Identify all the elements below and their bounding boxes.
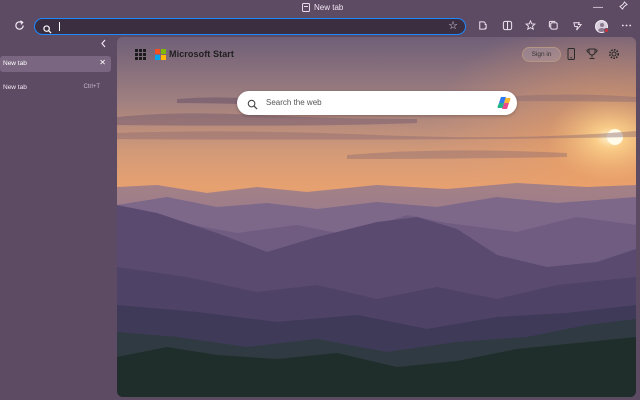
pin-icon [618, 1, 628, 10]
profile-notification-dot [604, 28, 609, 33]
new-tab-page: Microsoft Start Sign in Search the web [117, 37, 636, 397]
search-icon [247, 97, 258, 115]
new-tab-button[interactable]: New tab Ctrl+T [0, 80, 111, 96]
more-options-icon [621, 24, 631, 27]
collections-icon [548, 20, 558, 30]
rewards-button[interactable] [585, 47, 599, 61]
more-options-button[interactable] [619, 20, 633, 34]
tab-page-icon [302, 3, 310, 12]
browser-essentials-button[interactable] [570, 20, 584, 34]
close-tab-button[interactable]: ✕ [99, 58, 106, 67]
web-search-box[interactable]: Search the web [237, 91, 517, 115]
extensions-button[interactable] [475, 20, 489, 34]
sign-in-button[interactable]: Sign in [522, 47, 561, 62]
apps-launcher-icon[interactable] [135, 49, 146, 60]
logo-square [161, 49, 166, 54]
page-settings-button[interactable] [607, 47, 621, 61]
refresh-button[interactable] [11, 19, 27, 35]
split-screen-icon [502, 20, 512, 31]
collections-button[interactable] [546, 20, 560, 34]
collapse-pane-button[interactable] [97, 39, 109, 53]
chevron-left-icon [100, 39, 105, 48]
extensions-icon [478, 21, 487, 30]
mobile-app-button[interactable] [564, 47, 578, 61]
new-tab-label: New tab [3, 84, 27, 91]
gear-icon [609, 49, 619, 59]
minimize-button[interactable]: — [591, 1, 605, 15]
new-tab-shortcut: Ctrl+T [83, 84, 101, 90]
pin-window-button[interactable] [616, 1, 630, 15]
tab-new-tab[interactable]: New tab ✕ [0, 56, 111, 72]
refresh-icon [14, 20, 24, 30]
brand-title: Microsoft Start [169, 49, 235, 59]
microsoft-logo [155, 49, 166, 60]
window-title: New tab [302, 3, 343, 12]
title-bar: New tab — [0, 0, 640, 17]
vertical-tabs-pane: New tab ✕ New tab Ctrl+T [0, 37, 116, 400]
trophy-icon [586, 48, 598, 60]
favorites-button[interactable] [523, 19, 537, 34]
copilot-icon [497, 97, 511, 109]
split-screen-button[interactable] [500, 20, 514, 34]
browser-toolbar: ☆ [0, 17, 640, 37]
logo-square [161, 55, 166, 60]
address-bar[interactable]: ☆ [34, 18, 466, 35]
copilot-button[interactable] [496, 95, 512, 116]
search-placeholder: Search the web [266, 98, 322, 107]
logo-square [155, 49, 160, 54]
window-title-text: New tab [314, 3, 344, 12]
logo-square [155, 55, 160, 60]
browser-essentials-icon [572, 22, 582, 31]
phone-icon [567, 48, 575, 60]
tab-label: New tab [3, 60, 27, 67]
text-cursor [59, 22, 60, 31]
favorites-icon [524, 19, 536, 31]
favorite-star-icon[interactable]: ☆ [448, 19, 458, 33]
